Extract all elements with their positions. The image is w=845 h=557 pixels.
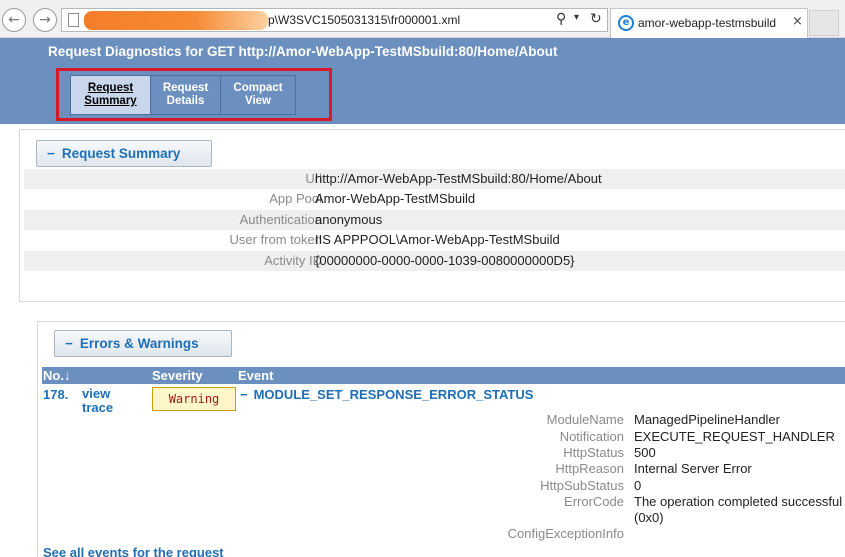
summary-value: Amor-WebApp-TestMSbuild <box>315 191 476 206</box>
link-line2: trace <box>82 400 114 415</box>
event-name-toggle[interactable]: − MODULE_SET_RESPONSE_ERROR_STATUS <box>240 387 533 402</box>
request-summary-toggle[interactable]: − Request Summary <box>36 140 212 167</box>
redacted-url-segment <box>84 11 268 30</box>
chevron-down-icon[interactable]: ▾ <box>574 12 579 23</box>
page-title: Request Diagnostics for GET http://Amor-… <box>48 44 558 59</box>
tab-title: amor-webapp-testmsbuild <box>638 16 777 30</box>
back-button[interactable]: ← <box>2 8 26 32</box>
summary-row: Url http://Amor-WebApp-TestMSbuild:80/Ho… <box>24 169 845 189</box>
summary-key: Activity ID <box>264 253 322 268</box>
summary-row: Activity ID {00000000-0000-0000-1039-008… <box>24 251 845 271</box>
summary-value: IIS APPPOOL\Amor-WebApp-TestMSbuild <box>315 232 560 247</box>
summary-value: http://Amor-WebApp-TestMSbuild:80/Home/A… <box>315 171 602 186</box>
detail-key: HttpStatus <box>563 445 624 460</box>
close-tab-icon[interactable]: × <box>792 14 803 29</box>
search-icon[interactable]: ⚲ <box>556 11 566 27</box>
forward-button[interactable]: → <box>33 8 57 32</box>
event-number: 178. <box>43 387 69 402</box>
back-arrow-icon: ← <box>8 12 20 28</box>
summary-row: Authentication anonymous <box>24 210 845 230</box>
summary-row: User from token IIS APPPOOL\Amor-WebApp-… <box>24 230 845 250</box>
severity-badge: Warning <box>152 387 236 411</box>
detail-key: ConfigExceptionInfo <box>507 526 624 541</box>
link-line1: view <box>82 386 111 401</box>
diagnostics-header: Request Diagnostics for GET http://Amor-… <box>0 38 845 124</box>
events-table-header: No.↓ Severity Event <box>42 367 845 384</box>
address-bar[interactable]: p\W3SVC1505031315\fr000001.xml ⚲ ▾ ↻ <box>61 8 608 32</box>
address-text[interactable]: p\W3SVC1505031315\fr000001.xml <box>268 13 460 27</box>
errors-warnings-toggle[interactable]: − Errors & Warnings <box>54 330 232 357</box>
detail-value: EXECUTE_REQUEST_HANDLER <box>634 429 835 444</box>
detail-value: (0x0) <box>634 510 664 525</box>
refresh-icon[interactable]: ↻ <box>590 11 602 27</box>
detail-key: ModuleName <box>546 412 624 427</box>
event-name: MODULE_SET_RESPONSE_ERROR_STATUS <box>253 387 534 402</box>
detail-key: ErrorCode <box>564 494 624 509</box>
detail-key: Notification <box>559 429 624 444</box>
section-label: Request Summary <box>61 146 181 161</box>
request-summary-panel: − Request Summary Url http://Amor-WebApp-… <box>19 129 845 302</box>
errors-warnings-panel: − Errors & Warnings No.↓ Severity Event 1… <box>37 321 845 557</box>
summary-value: anonymous <box>315 212 383 227</box>
page-icon <box>68 13 79 27</box>
column-header-severity: Severity <box>152 368 203 383</box>
highlight-box <box>56 68 332 121</box>
detail-value: ManagedPipelineHandler <box>634 412 780 427</box>
detail-value: 500 <box>634 445 656 460</box>
browser-tab[interactable]: e amor-webapp-testmsbuild × <box>610 8 808 38</box>
summary-key: User from token <box>229 232 322 247</box>
minus-icon: − <box>240 387 248 402</box>
see-all-events-link[interactable]: See all events for the request <box>43 545 224 557</box>
detail-key: HttpSubStatus <box>540 478 624 493</box>
browser-chrome: ← → p\W3SVC1505031315\fr000001.xml ⚲ ▾ ↻… <box>0 0 845 38</box>
minus-icon: − <box>47 146 55 161</box>
summary-value: {00000000-0000-0000-1039-0080000000D5} <box>315 253 575 268</box>
ie-icon: e <box>618 15 634 31</box>
section-label: Errors & Warnings <box>79 336 199 351</box>
detail-key: HttpReason <box>555 461 624 476</box>
detail-value: The operation completed successful <box>634 494 843 509</box>
detail-value: Internal Server Error <box>634 461 752 476</box>
new-tab-button[interactable] <box>809 10 839 36</box>
forward-arrow-icon: → <box>39 12 51 28</box>
summary-row: App Pool Amor-WebApp-TestMSbuild <box>24 189 845 209</box>
column-header-event: Event <box>238 368 274 383</box>
summary-key: Authentication <box>239 212 322 227</box>
view-trace-link[interactable]: view trace <box>82 387 132 415</box>
detail-value: 0 <box>634 478 642 493</box>
column-header-no[interactable]: No.↓ <box>43 368 70 383</box>
minus-icon: − <box>65 336 73 351</box>
